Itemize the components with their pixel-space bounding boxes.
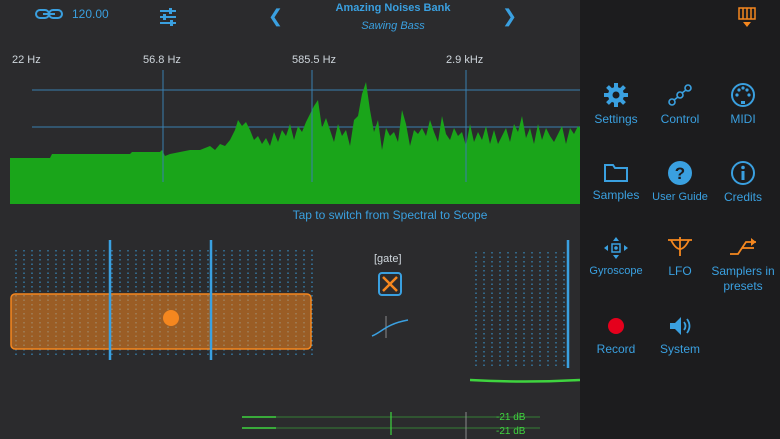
freq-label-3: 585.5 Hz bbox=[292, 54, 337, 66]
nodes-icon bbox=[668, 84, 692, 106]
envelope-curve-icon[interactable] bbox=[370, 314, 410, 340]
side-menu bbox=[580, 0, 780, 439]
mixer-sliders-icon[interactable] bbox=[158, 8, 178, 26]
menu-label-credits: Credits bbox=[723, 190, 762, 204]
gate-label: [gate] bbox=[374, 253, 402, 265]
speaker-icon bbox=[670, 317, 691, 335]
meter-db-left: -21 dB bbox=[496, 412, 526, 423]
freq-label-1: 22 Hz bbox=[12, 54, 41, 66]
xy-pad[interactable] bbox=[10, 240, 315, 360]
menu-label-midi: MIDI bbox=[730, 112, 756, 126]
link-icon bbox=[35, 9, 63, 19]
info-icon bbox=[731, 161, 755, 185]
tempo-display[interactable]: 120.00 bbox=[34, 6, 109, 22]
menu-item-credits[interactable]: Credits bbox=[703, 160, 780, 205]
pad2-grid-dots bbox=[475, 252, 565, 368]
level-meters bbox=[242, 412, 540, 439]
preset-name: Sawing Bass bbox=[361, 20, 425, 32]
gear-icon bbox=[604, 83, 628, 107]
freq-label-2: 56.8 Hz bbox=[143, 54, 181, 66]
menu-label-samplers-in-presets: Samplers in presets bbox=[711, 264, 775, 293]
menu-item-system[interactable]: System bbox=[640, 314, 720, 357]
spectrum-fill bbox=[10, 82, 580, 204]
samplers-icon bbox=[730, 238, 756, 255]
hint-text: Tap to switch from Spectral to Scope bbox=[292, 208, 488, 222]
top-bar: 120.00 ❮ Amazing Noises Bank Sawing Bass… bbox=[0, 0, 580, 36]
preset-selector: ❮ Amazing Noises Bank Sawing Bass ❯ bbox=[268, 0, 518, 36]
meter-db-right: -21 dB bbox=[496, 426, 526, 437]
menu-item-samplers-in-presets[interactable]: Samplers in presets bbox=[703, 236, 780, 294]
freq-label-4: 2.9 kHz bbox=[446, 54, 484, 66]
next-preset-button[interactable]: ❯ bbox=[502, 6, 517, 27]
xy-pad-secondary[interactable] bbox=[470, 240, 580, 385]
midi-icon bbox=[731, 83, 755, 107]
bank-title: Amazing Noises Bank bbox=[335, 2, 451, 14]
gate-toggle[interactable] bbox=[378, 272, 402, 296]
menu-item-midi[interactable]: MIDI bbox=[703, 82, 780, 127]
pad-range-box bbox=[10, 293, 312, 350]
menu-label-system: System bbox=[659, 342, 700, 356]
pad-handle[interactable] bbox=[163, 310, 179, 326]
gyroscope-icon bbox=[604, 237, 628, 259]
question-icon: ? bbox=[668, 161, 692, 185]
lfo-icon bbox=[668, 237, 692, 256]
menu-toggle-icon[interactable] bbox=[738, 6, 756, 28]
record-icon bbox=[608, 318, 624, 334]
spectrum-analyzer[interactable] bbox=[10, 70, 580, 204]
svg-text:?: ? bbox=[675, 164, 685, 183]
folder-icon bbox=[604, 164, 628, 182]
tempo-value: 120.00 bbox=[72, 7, 109, 21]
